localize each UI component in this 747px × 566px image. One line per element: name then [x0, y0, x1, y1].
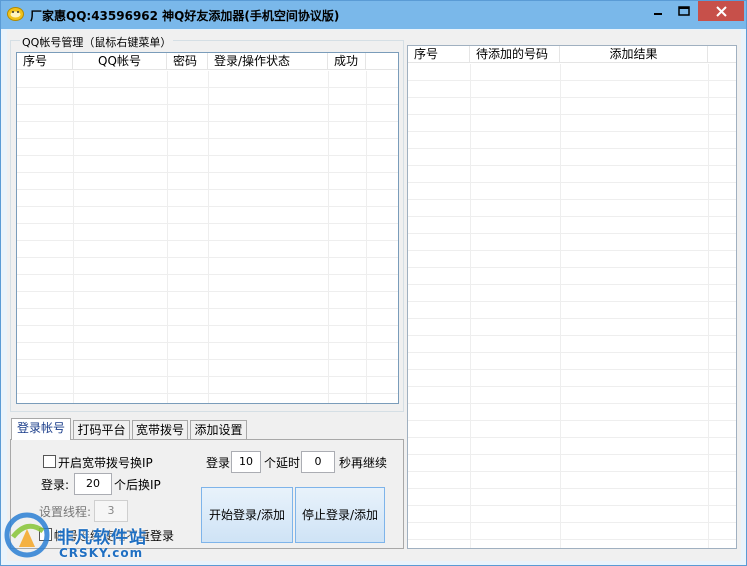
broadband-ip-checkbox[interactable] — [43, 455, 56, 468]
app-penguin-icon — [7, 7, 24, 21]
results-table-rows — [408, 64, 736, 548]
ip-login-prefix-label: 登录: — [41, 478, 70, 492]
crsky-watermark-logo — [4, 512, 50, 558]
minimize-button[interactable] — [645, 1, 671, 21]
title-bar[interactable]: 厂家惠QQ:43596962 神Q好友添加器(手机空间协议版) — [1, 1, 746, 29]
delay-label: 个延时 — [264, 456, 301, 470]
login-prefix-label: 登录 — [206, 456, 231, 470]
close-icon — [715, 5, 727, 17]
close-button[interactable] — [698, 1, 744, 21]
window-title: 厂家惠QQ:43596962 神Q好友添加器(手机空间协议版) — [30, 9, 340, 23]
column-header-password[interactable]: 密码 — [167, 53, 208, 70]
maximize-button[interactable] — [671, 1, 697, 21]
column-header-add-result[interactable]: 添加结果 — [560, 46, 708, 63]
tab-add-settings[interactable]: 添加设置 — [190, 420, 247, 440]
results-table[interactable]: 序号 待添加的号码 添加结果 — [407, 45, 737, 549]
app-window: 厂家惠QQ:43596962 神Q好友添加器(手机空间协议版) QQ帐号管理（鼠… — [0, 0, 747, 566]
account-table-rows — [17, 71, 398, 403]
results-table-header: 序号 待添加的号码 添加结果 — [408, 46, 736, 63]
tab-login-account[interactable]: 登录帐号 — [11, 418, 71, 440]
account-table[interactable]: 序号 QQ帐号 密码 登录/操作状态 成功 — [16, 52, 399, 404]
stop-login-button[interactable]: 停止登录/添加 — [295, 487, 385, 543]
column-header-filler — [366, 53, 398, 70]
tab-captcha-platform[interactable]: 打码平台 — [73, 420, 130, 440]
watermark-text-cn: 非凡软件站 — [57, 528, 147, 548]
tab-broadband-dialup[interactable]: 宽带拨号 — [132, 420, 188, 440]
maximize-icon — [678, 6, 690, 16]
threads-input[interactable]: 3 — [94, 500, 128, 522]
broadband-ip-label: 开启宽带拨号换IP — [58, 456, 153, 470]
start-login-button[interactable]: 开始登录/添加 — [201, 487, 293, 543]
column-header-pending-number[interactable]: 待添加的号码 — [470, 46, 560, 63]
ip-login-count-input[interactable]: 20 — [74, 473, 112, 495]
column-header-index[interactable]: 序号 — [17, 53, 73, 70]
minimize-icon — [654, 13, 662, 15]
column-header-filler-right — [708, 46, 736, 63]
delay-seconds-input[interactable]: 0 — [301, 451, 335, 473]
account-table-header: 序号 QQ帐号 密码 登录/操作状态 成功 — [17, 53, 398, 70]
continue-label: 秒再继续 — [339, 456, 388, 470]
login-count-input[interactable]: 10 — [231, 451, 261, 473]
column-header-success[interactable]: 成功 — [328, 53, 366, 70]
watermark-text-en: CRSKY.com — [59, 546, 144, 560]
column-header-login-status[interactable]: 登录/操作状态 — [208, 53, 328, 70]
ip-login-suffix-label: 个后换IP — [114, 478, 161, 492]
client-area: QQ帐号管理（鼠标右键菜单） 序号 QQ帐号 密码 登录/操作状态 成功 序号 — [7, 30, 741, 561]
column-header-qq-account[interactable]: QQ帐号 — [73, 53, 167, 70]
account-group-label: QQ帐号管理（鼠标右键菜单） — [20, 34, 174, 50]
column-header-result-index[interactable]: 序号 — [408, 46, 470, 63]
